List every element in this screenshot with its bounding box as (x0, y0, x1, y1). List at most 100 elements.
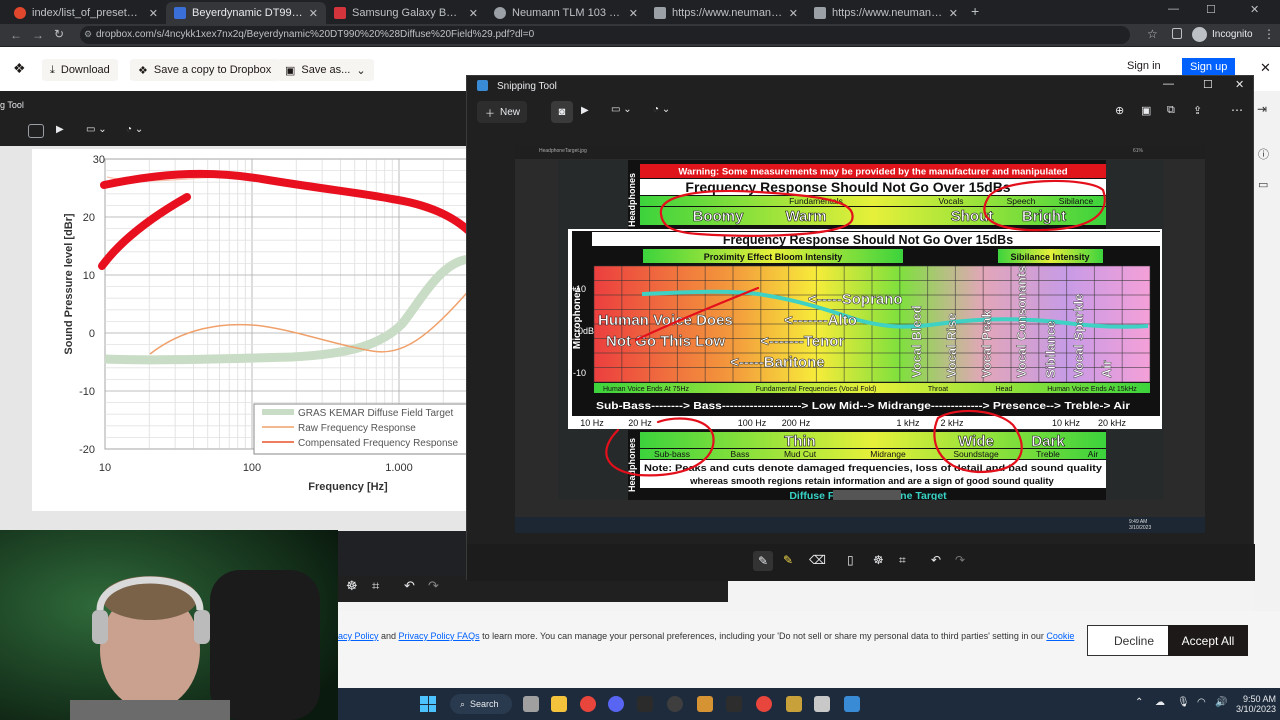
side-panel-icon[interactable] (1172, 28, 1182, 39)
app-icon[interactable] (786, 696, 802, 712)
browser-tab[interactable]: Samsung Galaxy Buds Pro Truly W ✕ (326, 2, 486, 24)
download-button[interactable]: ⤓ Download (42, 59, 118, 81)
browser-tab[interactable]: https://www.neumann.com/en-e ✕ (806, 2, 966, 24)
bookmark-star-icon[interactable]: ☆ (1147, 27, 1158, 41)
timer-icon[interactable]: ◔ ⌄ (126, 124, 143, 135)
voice-band-label: Human Voice Ends At 75Hz (603, 386, 689, 393)
share-icon[interactable]: ⇪ (1193, 104, 1202, 117)
discord-icon[interactable] (608, 696, 624, 712)
ruler-icon[interactable]: ▯ (847, 553, 854, 567)
reload-icon[interactable]: ↻ (54, 27, 64, 41)
browser-tab[interactable]: index/list_of_presets - oratory19 ✕ (6, 2, 166, 24)
forward-arrow-icon[interactable]: → (32, 28, 44, 42)
background-window-title: g Tool (0, 100, 24, 110)
windows-start-icon[interactable] (420, 696, 436, 712)
voice-band-label: Human Voice Ends At 15kHz (1047, 386, 1137, 393)
camera-mode-icon[interactable] (28, 124, 44, 138)
volume-icon[interactable]: 🔊 (1215, 697, 1227, 708)
undo-icon[interactable]: ↶ (404, 578, 415, 594)
new-snip-button[interactable]: ＋ New (477, 101, 527, 123)
video-mode-icon[interactable]: ▶ (56, 124, 64, 135)
close-tab-icon[interactable]: ✕ (469, 7, 478, 20)
decline-button[interactable]: Decline (1087, 625, 1181, 656)
close-tab-icon[interactable]: ✕ (149, 7, 158, 20)
video-mode-icon[interactable]: ▶ (581, 105, 589, 116)
timer-icon[interactable]: ◔ ⌄ (653, 104, 670, 115)
dropbox-logo-icon[interactable]: ❖ (13, 60, 26, 77)
camera-mode-icon[interactable]: ◙ (551, 101, 573, 123)
privacy-faq-link[interactable]: Privacy Policy FAQs (399, 631, 480, 641)
cloud-icon[interactable]: ☁ (1155, 697, 1165, 708)
close-tab-icon[interactable]: ✕ (949, 7, 958, 20)
terminal-icon[interactable] (726, 696, 742, 712)
accept-all-button[interactable]: Accept All (1168, 625, 1248, 656)
site-info-icon[interactable]: ⚙ (84, 29, 92, 40)
target-ytick: 0dB (578, 326, 594, 336)
intensity-label-left: Proximity Effect Bloom Intensity (704, 252, 843, 262)
undo-icon[interactable]: ↶ (931, 553, 941, 567)
photos-icon[interactable] (844, 696, 860, 712)
vertical-band-label: Vocal Peak (979, 310, 994, 378)
save-copy-button[interactable]: ❖ Save a copy to Dropbox (130, 59, 280, 81)
browser-menu-icon[interactable]: ⋮ (1263, 27, 1275, 41)
freq-tick: 10 Hz (580, 418, 604, 428)
touch-writing-icon[interactable]: ☸ (346, 578, 358, 594)
back-arrow-icon[interactable]: ← (10, 28, 22, 42)
obs-icon[interactable] (667, 696, 683, 712)
close-window-icon[interactable]: ✕ (1250, 3, 1259, 16)
new-tab-plus-icon[interactable]: + (971, 3, 979, 19)
maximize-window-icon[interactable]: ☐ (1206, 3, 1216, 16)
close-tab-icon[interactable]: ✕ (629, 7, 638, 20)
rectangle-mode-icon[interactable]: ▭ ⌄ (86, 124, 107, 135)
minimize-window-icon[interactable]: — (1163, 78, 1174, 90)
snipping-tool-taskbar-icon[interactable] (814, 696, 830, 712)
browser-tab-active[interactable]: Beyerdynamic DT990 (Diffuse Fie ✕ (166, 2, 326, 24)
close-tab-icon[interactable]: ✕ (789, 7, 798, 20)
photo-viewer-titlebar (515, 145, 1205, 159)
copy-icon[interactable]: ⧉ (1167, 104, 1175, 117)
ballpoint-pen-icon[interactable]: ✎ (753, 551, 773, 571)
save-as-button[interactable]: ▣ Save as... ⌄ (277, 59, 374, 81)
snipping-tool-window: Snipping Tool — ☐ ✕ ＋ New ◙ ▶ ▭ ⌄ ◔ ⌄ ⊕ ▣… (466, 75, 1255, 581)
redo-icon[interactable]: ↷ (955, 553, 965, 567)
maximize-window-icon[interactable]: ☐ (1203, 78, 1213, 91)
panel-toggle-icon[interactable]: ⇥ (1257, 102, 1267, 116)
intensity-label-right: Sibilance Intensity (1010, 252, 1089, 262)
wifi-icon[interactable]: ◠ (1197, 697, 1206, 708)
sign-in-link[interactable]: Sign in (1127, 60, 1161, 72)
microphone-icon[interactable]: 🎙 (1177, 697, 1190, 708)
save-icon[interactable]: ▣ (1141, 104, 1151, 117)
chrome-icon[interactable] (756, 696, 772, 712)
close-tab-icon[interactable]: ✕ (309, 7, 318, 20)
close-window-icon[interactable]: ✕ (1235, 78, 1244, 91)
more-options-icon[interactable]: ⋯ (1231, 103, 1243, 117)
crop-icon[interactable]: ⌗ (372, 578, 379, 594)
task-view-icon[interactable] (523, 696, 539, 712)
close-icon[interactable]: ✕ (1260, 60, 1271, 76)
crop-icon[interactable]: ⌗ (899, 553, 906, 568)
inner-taskbar (515, 517, 1205, 533)
comment-icon[interactable]: ▭ (1258, 178, 1268, 191)
vertical-band-label: Air (1099, 360, 1114, 378)
chrome-icon[interactable] (580, 696, 596, 712)
info-icon[interactable]: ⓘ (1258, 146, 1269, 162)
browser-tab[interactable]: https://www.neumann.com/en-e ✕ (646, 2, 806, 24)
zoom-icon[interactable]: ⊕ (1115, 104, 1124, 117)
chevron-up-icon[interactable]: ⌃ (1135, 697, 1143, 708)
cookie-link[interactable]: Cookie (1046, 631, 1074, 641)
privacy-policy-link[interactable]: acy Policy (338, 631, 379, 641)
minimize-window-icon[interactable]: — (1168, 3, 1179, 15)
browser-tab[interactable]: Neumann TLM 103 | RecordingH ✕ (486, 2, 646, 24)
highlighter-icon[interactable]: ✎ (783, 553, 793, 567)
eraser-icon[interactable]: ⌫ (809, 553, 826, 567)
app-icon[interactable] (697, 696, 713, 712)
url-text[interactable]: dropbox.com/s/4ncykk1xex7nx2q/Beyerdynam… (96, 29, 534, 40)
vertical-band-label: Vocal Rise (944, 313, 959, 378)
taskbar-clock[interactable]: 9:50 AM 3/10/2023 (1236, 694, 1276, 714)
redo-icon[interactable]: ↷ (428, 578, 439, 594)
taskbar-search-button[interactable]: ⌕ Search (450, 694, 512, 714)
file-explorer-icon[interactable] (551, 696, 567, 712)
rectangle-mode-icon[interactable]: ▭ ⌄ (611, 104, 632, 115)
touch-writing-icon[interactable]: ☸ (873, 553, 884, 567)
app-icon[interactable] (637, 696, 653, 712)
